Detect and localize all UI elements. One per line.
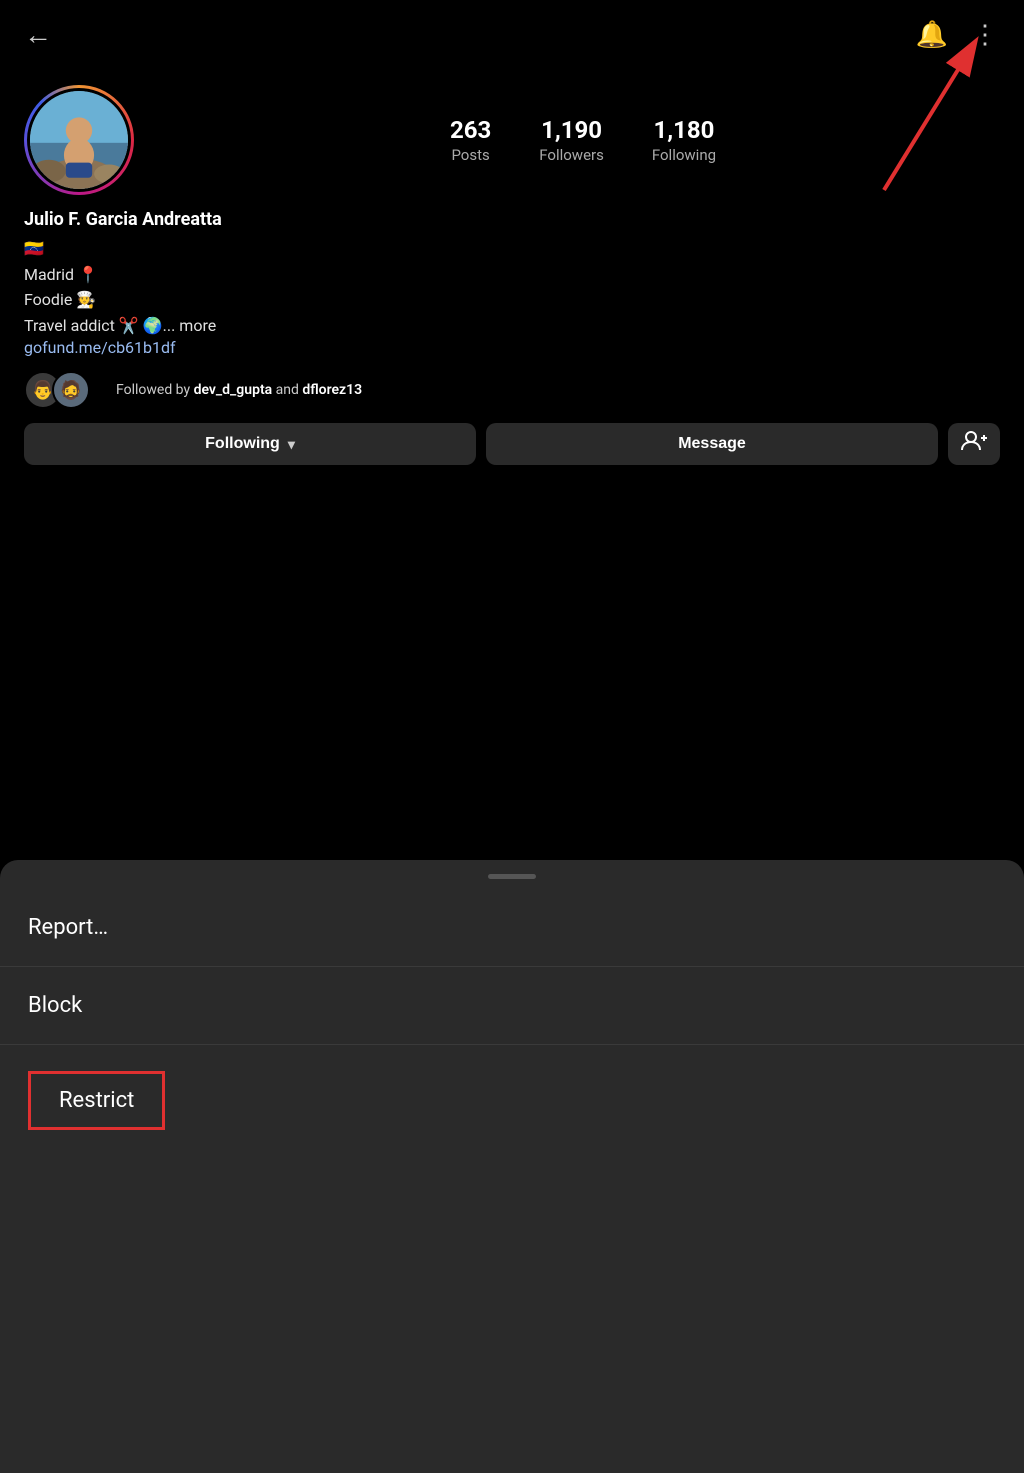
followers-count: 1,190	[539, 116, 604, 144]
bio-section: Julio F. Garcia Andreatta 🇻🇪 Madrid 📍 Fo…	[24, 209, 1000, 357]
profile-section: 263 Posts 1,190 Followers 1,180 Followin…	[0, 69, 1024, 481]
message-button[interactable]: Message	[486, 423, 938, 465]
followers-label: Followers	[539, 146, 604, 164]
following-label: Following	[652, 146, 716, 164]
sheet-handle	[488, 874, 536, 879]
mutual-followers[interactable]: 👨 🧔 Followed by dev_d_gupta and dflorez1…	[24, 371, 1000, 409]
bio-travel: Travel addict ✂️ 🌍... more	[24, 313, 1000, 339]
following-button[interactable]: Following ▾	[24, 423, 476, 465]
action-buttons: Following ▾ Message	[24, 423, 1000, 481]
back-button[interactable]: ←	[24, 18, 52, 51]
posts-label: Posts	[450, 146, 491, 164]
bio-location: Madrid 📍	[24, 262, 1000, 288]
following-label: Following	[205, 435, 280, 453]
display-name: Julio F. Garcia Andreatta	[24, 209, 1000, 230]
mutual-user2: dflorez13	[302, 382, 362, 398]
block-item[interactable]: Block	[0, 967, 1024, 1045]
mutual-user1: dev_d_gupta	[194, 382, 273, 398]
add-person-icon	[961, 430, 987, 458]
top-nav: ← 🔔 ⋮	[0, 0, 1024, 69]
nav-right-icons: 🔔 ⋮	[916, 20, 1000, 50]
mutual-avatar-2: 🧔	[52, 371, 90, 409]
bottom-sheet: Report… Block Restrict	[0, 860, 1024, 1473]
report-item[interactable]: Report…	[0, 889, 1024, 967]
chevron-down-icon: ▾	[288, 436, 295, 453]
add-friend-button[interactable]	[948, 423, 1000, 465]
more-options-icon[interactable]: ⋮	[972, 20, 1000, 50]
avatar	[27, 88, 131, 192]
restrict-item[interactable]: Restrict	[28, 1071, 165, 1130]
stat-posts[interactable]: 263 Posts	[450, 116, 491, 164]
avatar-ring[interactable]	[24, 85, 134, 195]
bio-flag: 🇻🇪	[24, 236, 1000, 262]
stat-followers[interactable]: 1,190 Followers	[539, 116, 604, 164]
bio-foodie: Foodie 🧑‍🍳	[24, 287, 1000, 313]
restrict-wrapper: Restrict	[0, 1045, 1024, 1156]
avatar-image	[30, 91, 128, 189]
mutual-avatars: 👨 🧔	[24, 371, 90, 409]
mutual-text: Followed by dev_d_gupta and dflorez13	[116, 382, 362, 398]
stat-following[interactable]: 1,180 Following	[652, 116, 716, 164]
bell-icon[interactable]: 🔔	[916, 20, 948, 50]
profile-top: 263 Posts 1,190 Followers 1,180 Followin…	[24, 85, 1000, 195]
bio-link[interactable]: gofund.me/cb61b1df	[24, 338, 176, 357]
following-count: 1,180	[652, 116, 716, 144]
stats-section: 263 Posts 1,190 Followers 1,180 Followin…	[166, 116, 1000, 164]
posts-count: 263	[450, 116, 491, 144]
